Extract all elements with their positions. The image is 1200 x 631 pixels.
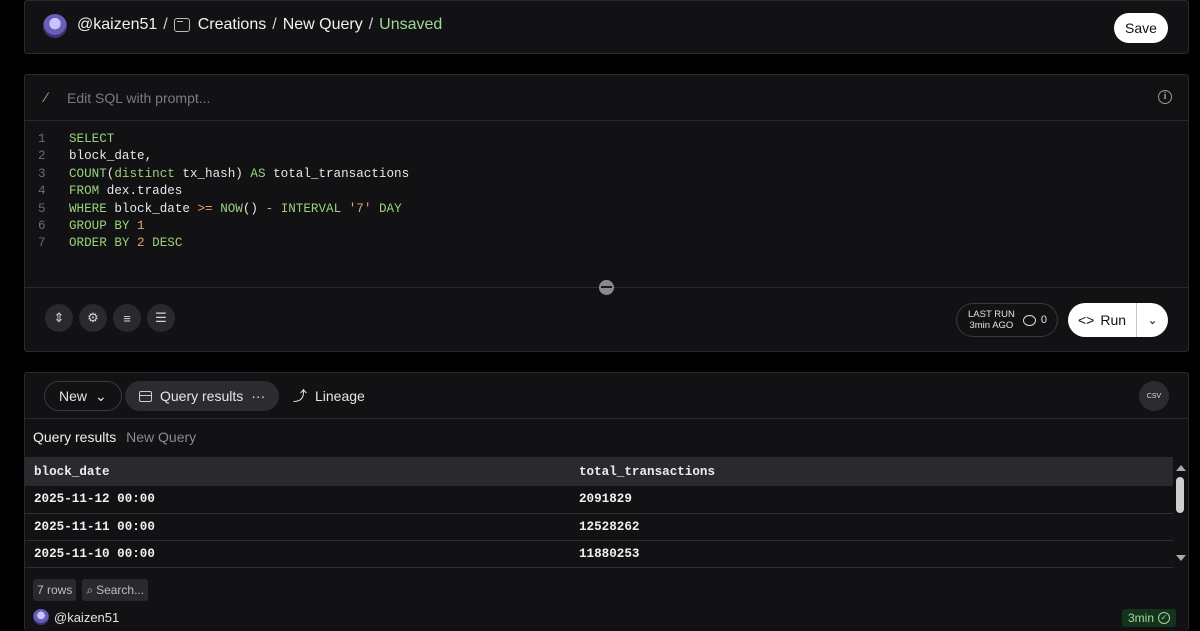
code-text: COUNT(distinct tx_hash) AS total_transac… — [69, 166, 410, 181]
results-title: Query results — [33, 429, 117, 445]
code-text: ORDER BY 2 DESC — [69, 236, 183, 251]
table-cell: 2025-11-11 00:00 — [25, 513, 570, 541]
execution-time-badge: 3min ✓ — [1121, 609, 1176, 627]
gear-icon[interactable]: ⚙ — [79, 304, 107, 332]
credits-icon — [1022, 314, 1036, 326]
code-brackets-icon: <> — [1077, 312, 1095, 328]
breadcrumb-separator: / — [163, 16, 168, 33]
code-line: 4 FROM dex.trades — [25, 183, 625, 200]
code-line: 5 WHERE block_date >= NOW() - INTERVAL '… — [25, 201, 625, 218]
download-csv-icon[interactable]: CSV — [1139, 381, 1169, 411]
breadcrumb: @kaizen51 / Creations / New Query / Unsa… — [77, 16, 442, 34]
table-footer: 7 rows ⌕ Search... — [33, 579, 149, 601]
code-text: block_date, — [69, 149, 153, 164]
new-label: New — [59, 388, 88, 404]
author-name[interactable]: @kaizen51 — [54, 610, 119, 625]
code-text: FROM dex.trades — [69, 184, 183, 199]
chevron-down-icon: ⌄ — [95, 387, 107, 404]
line-number: 7 — [38, 236, 46, 251]
table-row: 2025-11-12 00:00 2091829 — [25, 486, 1173, 514]
sliders-icon[interactable]: ☰ — [147, 304, 175, 332]
breadcrumb-folder[interactable]: Creations — [198, 16, 266, 34]
search-field[interactable]: ⌕ Search... — [82, 579, 149, 601]
folder-icon — [173, 18, 190, 32]
code-line: 7 ORDER BY 2 DESC — [25, 235, 625, 252]
prompt-input[interactable]: Edit SQL with prompt... — [67, 90, 210, 106]
table-icon — [139, 390, 152, 402]
save-button[interactable]: Save — [1114, 13, 1168, 43]
code-text: SELECT — [69, 132, 115, 146]
prompt-bar[interactable]: ⁄ Edit SQL with prompt... i — [25, 75, 1188, 121]
scroll-up-icon[interactable] — [1176, 465, 1186, 471]
table-row: 2025-11-10 00:00 11880253 — [25, 540, 1173, 568]
breadcrumb-separator: / — [368, 16, 374, 33]
sql-editor-panel: ⁄ Edit SQL with prompt... i 1 SELECT 2 b… — [24, 74, 1189, 352]
search-input[interactable]: Search... — [96, 583, 144, 597]
editor-toolbar: ⇕ ⚙ ≡ ☰ — [45, 304, 175, 332]
results-subtitle: New Query — [126, 429, 197, 445]
query-name[interactable]: New Query — [283, 16, 363, 34]
check-circle-icon: ✓ — [1158, 612, 1170, 624]
search-icon: ⌕ — [86, 582, 94, 597]
tab-query-results-label: Query results — [160, 388, 244, 404]
code-line: 2 block_date, — [25, 148, 625, 165]
column-header[interactable]: block_date — [25, 457, 570, 486]
user-avatar[interactable] — [43, 14, 67, 38]
resize-handle-icon[interactable] — [599, 280, 614, 295]
last-run-title: LAST RUN — [968, 309, 1015, 320]
code-line: 1 SELECT — [25, 131, 625, 148]
table-cell: 2025-11-12 00:00 — [25, 486, 570, 514]
tab-query-results[interactable]: Query results ··· — [125, 381, 280, 411]
tab-lineage[interactable]: ⤴ Lineage — [279, 381, 379, 411]
last-run-label: LAST RUN 3min AGO — [968, 309, 1015, 331]
table-header-row: block_date total_transactions — [25, 457, 1173, 486]
line-number: 3 — [38, 166, 46, 181]
last-run-time: 3min AGO — [969, 320, 1014, 331]
more-icon[interactable]: ··· — [251, 388, 265, 404]
scroll-thumb[interactable] — [1176, 477, 1184, 513]
new-visualization-dropdown[interactable]: New ⌄ — [44, 381, 122, 411]
author-avatar — [33, 609, 49, 625]
last-run-badge[interactable]: LAST RUN 3min AGO 0 — [956, 303, 1058, 337]
format-indent-icon[interactable]: ≡ — [113, 304, 141, 332]
breadcrumb-user[interactable]: @kaizen51 — [77, 16, 157, 34]
chevron-down-icon[interactable]: ⌄ — [1137, 313, 1168, 327]
table-row: 2025-11-11 00:00 12528262 — [25, 513, 1173, 541]
run-label: Run — [1100, 312, 1127, 328]
line-number: 2 — [38, 149, 46, 164]
query-header: @kaizen51 / Creations / New Query / Unsa… — [24, 0, 1189, 54]
expand-collapse-icon[interactable]: ⇕ — [45, 304, 73, 332]
tab-lineage-label: Lineage — [315, 388, 365, 404]
row-count: 7 rows — [33, 579, 77, 601]
line-number: 1 — [38, 132, 46, 146]
info-icon[interactable]: i — [1158, 90, 1172, 104]
results-title-row: Query results New Query — [33, 429, 196, 445]
code-line: 6 GROUP BY 1 — [25, 218, 625, 235]
line-number: 6 — [38, 219, 46, 233]
table-cell: 2025-11-10 00:00 — [25, 540, 570, 568]
code-text: WHERE block_date >= NOW() - INTERVAL '7'… — [69, 201, 402, 216]
scroll-down-icon[interactable] — [1176, 555, 1186, 561]
credits-count: 0 — [1040, 314, 1047, 326]
breadcrumb-separator: / — [272, 16, 277, 33]
code-text: GROUP BY 1 — [69, 219, 145, 233]
line-number: 4 — [38, 184, 46, 199]
results-tabbar: New ⌄ Query results ··· ⤴ Lineage CSV — [25, 373, 1188, 419]
save-status: Unsaved — [379, 16, 443, 33]
table-scrollbar[interactable] — [1172, 457, 1188, 565]
lineage-icon: ⤴ — [293, 388, 307, 404]
results-panel: New ⌄ Query results ··· ⤴ Lineage CSV Qu… — [24, 372, 1189, 631]
line-number: 5 — [38, 201, 46, 216]
execution-time: 3min — [1127, 611, 1154, 625]
code-line: 3 COUNT(distinct tx_hash) AS total_trans… — [25, 166, 625, 183]
run-button-group: <> Run ⌄ — [1068, 303, 1168, 337]
column-header[interactable]: total_transactions — [570, 457, 1173, 486]
run-button[interactable]: <> Run — [1068, 312, 1136, 328]
run-author: @kaizen51 — [33, 609, 119, 625]
results-table: block_date total_transactions 2025-11-12… — [25, 457, 1173, 568]
table-cell: 2091829 — [570, 486, 1173, 514]
table-cell: 12528262 — [570, 513, 1173, 541]
table-cell: 11880253 — [570, 540, 1173, 568]
magic-wand-icon: ⁄ — [45, 89, 48, 105]
